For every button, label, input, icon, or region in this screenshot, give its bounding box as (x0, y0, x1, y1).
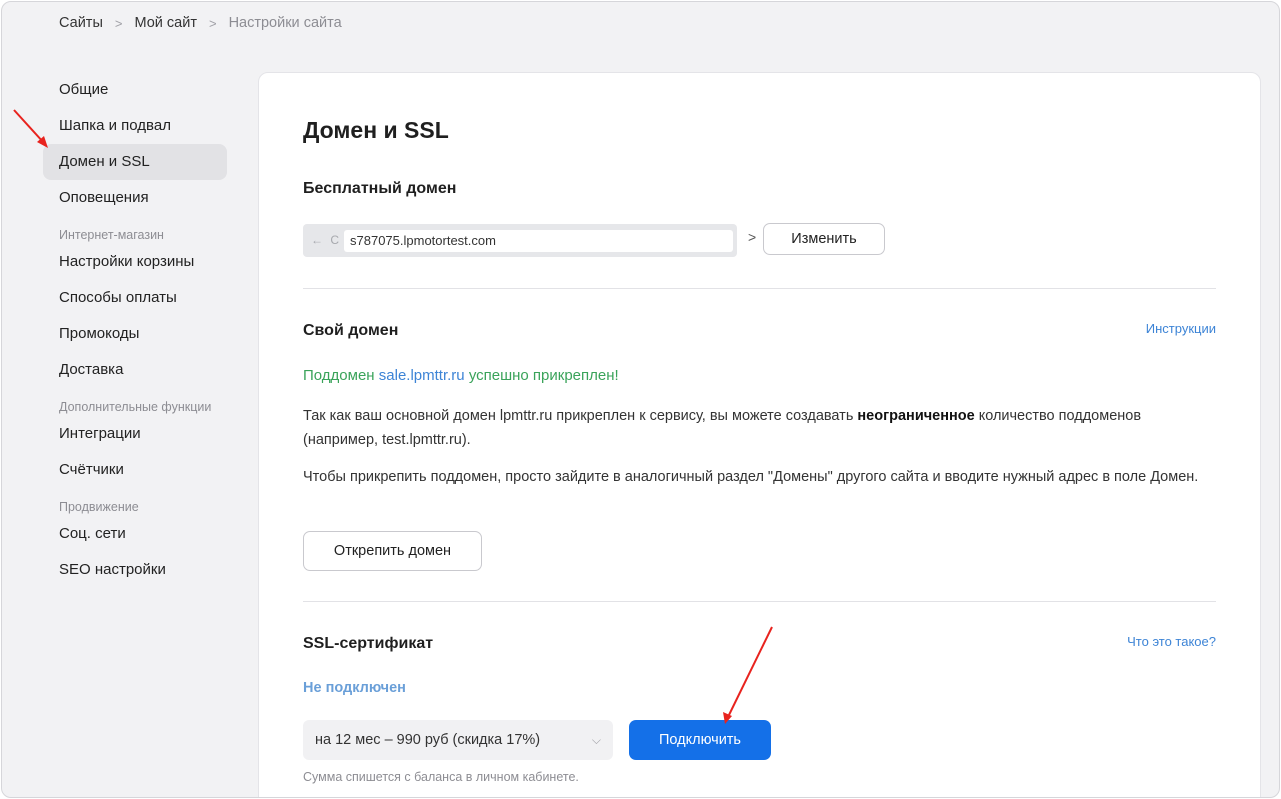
free-domain-title: Бесплатный домен (303, 180, 457, 197)
breadcrumb-sites[interactable]: Сайты (59, 15, 103, 31)
sidebar-item-counters[interactable]: Счётчики (43, 452, 227, 488)
success-suffix: успешно прикреплен! (468, 367, 619, 384)
sidebar-item-cart-settings[interactable]: Настройки корзины (43, 244, 227, 280)
breadcrumb-my-site[interactable]: Мой сайт (134, 15, 197, 31)
ssl-status: Не подключен (303, 680, 406, 696)
sidebar-item-promocodes[interactable]: Промокоды (43, 316, 227, 352)
sidebar-item-notifications[interactable]: Оповещения (43, 180, 227, 216)
attach-subdomain-text: Чтобы прикрепить поддомен, просто зайдит… (303, 469, 1199, 485)
divider (303, 601, 1216, 602)
breadcrumb-separator-icon: > (114, 15, 123, 31)
breadcrumb-site-settings: Настройки сайта (228, 15, 342, 31)
back-arrow-icon: ← C (311, 233, 341, 247)
own-domain-title: Свой домен (303, 322, 399, 339)
ssl-title: SSL-сертификат (303, 635, 434, 652)
para1-bold: неограниченное (857, 408, 975, 424)
change-domain-button[interactable]: Изменить (763, 223, 885, 255)
chevron-down-icon: ⌵ (591, 733, 601, 747)
ssl-plan-value: на 12 мес – 990 руб (скидка 17%) (315, 732, 541, 748)
sidebar-group-promotion: Продвижение (59, 500, 139, 514)
browser-bar-preview: ← C s787075.lpmotortest.com (303, 224, 737, 257)
sidebar-item-social[interactable]: Соц. сети (43, 516, 227, 552)
sidebar-item-payment-methods[interactable]: Способы оплаты (43, 280, 227, 316)
sidebar-item-domain-ssl[interactable]: Домен и SSL (43, 144, 227, 180)
success-domain: sale.lpmttr.ru (378, 367, 465, 384)
chevron-right-icon: > (748, 229, 757, 245)
what-is-this-link[interactable]: Что это такое? (1127, 634, 1216, 649)
billing-note: Сумма спишется с баланса в личном кабине… (303, 770, 579, 784)
sidebar-item-header-footer[interactable]: Шапка и подвал (43, 108, 227, 144)
subdomain-success-message: Поддомен sale.lpmttr.ru успешно прикрепл… (303, 367, 619, 384)
para1-a: Так как ваш основной домен lpmttr.ru при… (303, 408, 854, 424)
sidebar-item-general[interactable]: Общие (43, 72, 227, 108)
connect-ssl-button[interactable]: Подключить (629, 720, 771, 760)
divider (303, 288, 1216, 289)
sidebar-item-seo[interactable]: SEO настройки (43, 552, 227, 588)
sidebar-group-shop: Интернет-магазин (59, 228, 164, 242)
detach-domain-button[interactable]: Открепить домен (303, 531, 482, 571)
breadcrumb: Сайты > Мой сайт > Настройки сайта (59, 14, 342, 32)
app-window: Сайты > Мой сайт > Настройки сайта Общие… (1, 1, 1280, 798)
unlimited-subdomains-text: Так как ваш основной домен lpmttr.ru при… (303, 404, 1203, 452)
sidebar-item-integrations[interactable]: Интеграции (43, 416, 227, 452)
sidebar-item-delivery[interactable]: Доставка (43, 352, 227, 388)
settings-panel: Домен и SSL Бесплатный домен ← C s787075… (258, 72, 1261, 797)
page-title: Домен и SSL (303, 117, 449, 143)
ssl-plan-select[interactable]: на 12 мес – 990 руб (скидка 17%) ⌵ (303, 720, 613, 760)
breadcrumb-separator-icon: > (208, 15, 217, 31)
success-prefix: Поддомен (303, 367, 375, 384)
free-domain-url: s787075.lpmotortest.com (344, 230, 733, 252)
sidebar-group-extra: Дополнительные функции (59, 400, 212, 414)
sidebar: Общие Шапка и подвал Домен и SSL Оповеще… (43, 72, 227, 588)
instructions-link[interactable]: Инструкции (1146, 321, 1216, 336)
